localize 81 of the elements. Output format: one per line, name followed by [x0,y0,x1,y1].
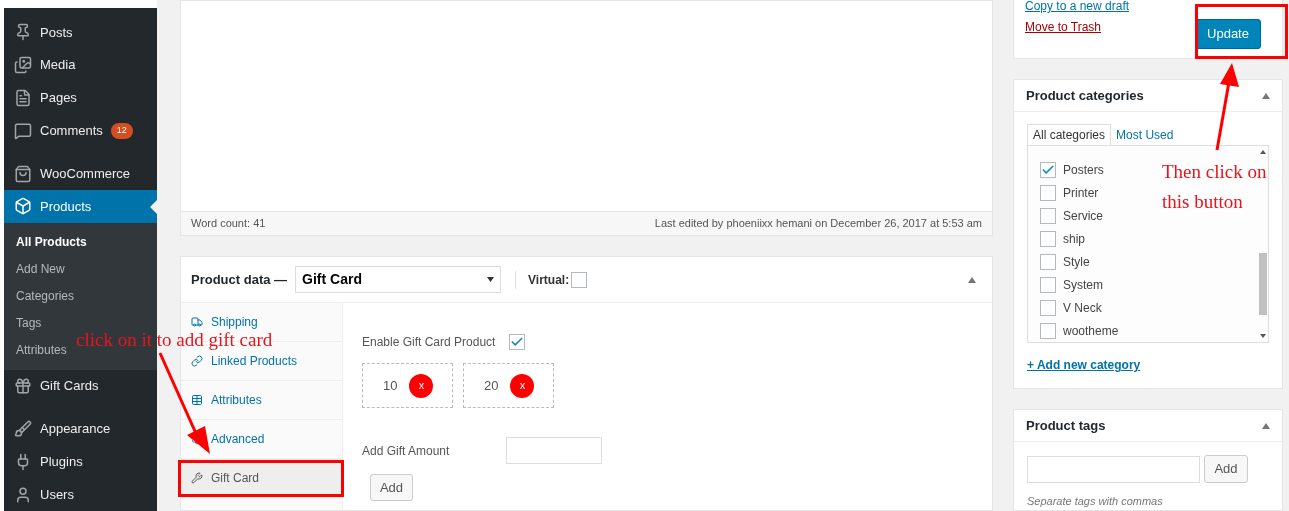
count-badge: 12 [110,123,133,139]
scroll-up-icon[interactable] [1259,150,1266,154]
box-title: Product tags [1026,416,1106,435]
category-label: Printer [1063,185,1099,203]
category-label: Posters [1063,162,1104,180]
annotation-text: this button [1162,190,1243,214]
category-label: wootheme [1063,322,1119,340]
page-icon [14,89,32,107]
gift-amount-input[interactable] [506,437,602,464]
remove-amount-button[interactable]: x [409,373,434,398]
submenu-item[interactable]: Add New [16,255,65,283]
collapse-caret-icon[interactable] [1262,92,1270,99]
category-label: Style [1063,253,1090,271]
link-icon [191,355,203,367]
sidebar-item[interactable]: Products [4,190,157,223]
product-data-tab[interactable]: Attributes [181,381,342,420]
add-gift-amount-label: Add Gift Amount [362,442,451,460]
box-title: Product categories [1026,86,1144,105]
sidebar-item[interactable]: Appearance [4,412,157,446]
box-icon [14,197,32,216]
submenu-item[interactable]: Categories [16,282,75,310]
person-icon [14,485,32,504]
tags-hint: Separate tags with commas [1026,494,1164,509]
category-checkbox[interactable] [1040,162,1056,179]
wrench-icon [191,472,203,484]
table-icon [191,394,203,406]
bag-icon [14,164,32,183]
category-checkbox[interactable] [1040,276,1056,293]
add-category-link[interactable]: + Add new category [1027,358,1141,372]
pin-icon [14,23,32,42]
annotation-text: Then click on [1162,160,1267,184]
tag-input[interactable] [1027,455,1200,483]
category-checkbox[interactable] [1040,299,1056,316]
images-icon [14,56,32,75]
submenu-item[interactable]: All Products [16,228,87,256]
sidebar-item[interactable]: Users [4,478,157,511]
sidebar-item[interactable]: Plugins [4,445,157,479]
update-button[interactable]: Update [1195,19,1261,49]
virtual-checkbox[interactable] [571,271,588,288]
speech-bubble-icon [14,121,32,140]
submenu-item[interactable]: Tags [16,309,42,337]
gift-amount-chip: 20 x [463,363,554,408]
dropdown-caret-icon [487,277,495,282]
category-checkbox[interactable] [1040,253,1056,270]
category-label: Service [1063,208,1103,226]
add-amount-button[interactable]: Add [370,474,413,501]
category-checkbox[interactable] [1040,231,1056,248]
brush-icon [14,419,32,438]
category-tab[interactable]: All categories [1027,124,1112,145]
sidebar-item[interactable]: Comments 12 [4,114,157,148]
category-checkbox[interactable] [1040,208,1056,225]
sidebar-item[interactable]: WooCommerce [4,157,157,190]
category-checkbox[interactable] [1040,185,1056,202]
add-tag-button[interactable]: Add [1204,455,1248,483]
sidebar-item[interactable]: Pages [4,81,157,115]
category-checkbox[interactable] [1040,322,1056,339]
gift-icon [14,377,32,396]
category-label: V Neck [1063,299,1102,317]
last-edited-note: Last edited by phoeniixx hemani on December 26, 2017 at 5:53 am [654,216,982,232]
truck-icon [191,316,203,328]
category-label: ship [1063,231,1085,249]
collapse-caret-icon[interactable] [968,276,976,283]
collapse-caret-icon[interactable] [1262,422,1270,429]
trash-link[interactable]: Move to Trash [1025,17,1130,38]
sidebar-item[interactable]: Gift Cards [4,369,157,403]
product-type-select[interactable]: Gift Card [295,266,502,293]
box-title: Product data — [191,270,288,289]
submenu-item[interactable]: Attributes [16,336,67,364]
category-tab[interactable]: Most Used [1111,124,1179,145]
scroll-down-icon[interactable] [1259,334,1266,338]
remove-amount-button[interactable]: x [510,373,535,398]
virtual-label: Virtual: [528,271,570,289]
copy-draft-link[interactable]: Copy to a new draft [1025,0,1130,17]
sidebar-item[interactable]: Posts [4,16,157,49]
enable-gift-card-checkbox[interactable] [509,334,526,350]
category-label: System [1063,276,1103,294]
enable-gift-card-label: Enable Gift Card Product [362,334,496,351]
word-count: Word count: 41 [191,216,266,232]
scrollbar-thumb[interactable] [1258,253,1267,315]
gift-amount-chip: 10 x [362,363,453,408]
sidebar-item[interactable]: Media [4,48,157,82]
